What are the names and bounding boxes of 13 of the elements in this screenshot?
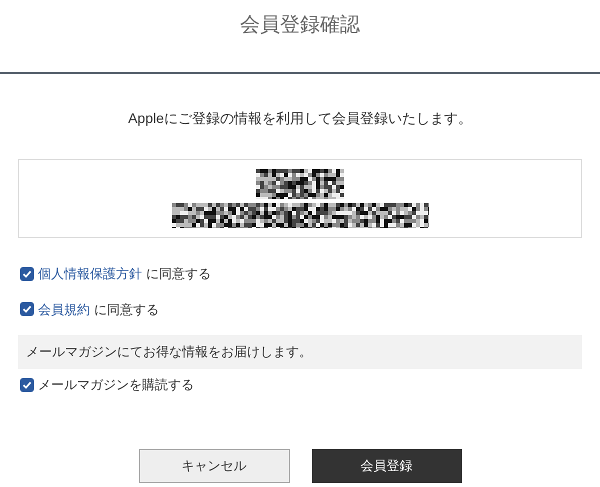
policy-link[interactable]: 会員規約 <box>38 300 90 319</box>
cancel-button[interactable]: キャンセル <box>138 448 290 482</box>
checkbox-label: に同意する <box>94 300 159 318</box>
intro-text: Appleにご登録の情報を利用して会員登録いたします。 <box>127 109 473 128</box>
newsletter-note: メールマガジンにてお得な情報をお届けします。 <box>26 343 312 362</box>
checkbox[interactable] <box>20 302 34 316</box>
checkbox-label: に同意する <box>146 265 211 283</box>
checkbox[interactable] <box>20 378 34 392</box>
policy-link[interactable]: 個人情報保護方針 <box>38 264 142 284</box>
checkbox[interactable] <box>20 266 34 281</box>
page-title: 会員登録確認 <box>240 13 360 38</box>
register-button[interactable]: 会員登録 <box>312 448 462 482</box>
checkbox-label: メールマガジンを購読する <box>38 376 194 394</box>
